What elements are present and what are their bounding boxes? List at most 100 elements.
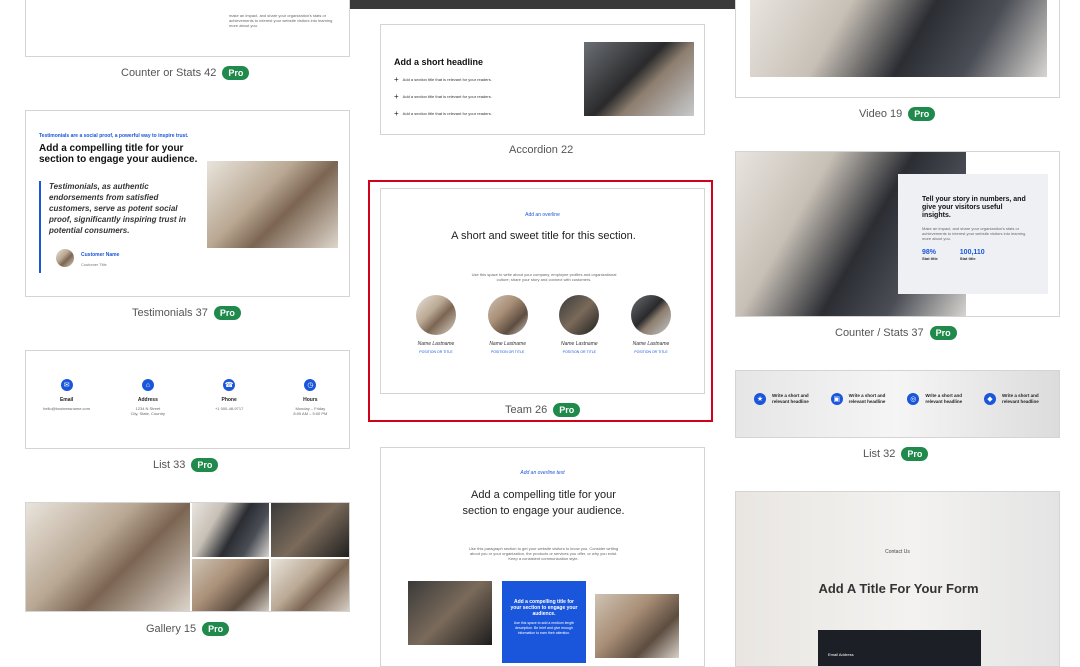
accordion-row[interactable]: + Add a section title that is relevant fo… bbox=[394, 92, 492, 101]
shield-icon: ◆ bbox=[983, 393, 996, 405]
template-card-video19[interactable] bbox=[735, 0, 1060, 98]
card-caption: List 33 Pro bbox=[153, 458, 219, 472]
template-card-contact[interactable]: Contact Us Add A Title For Your Form Ema… bbox=[735, 491, 1060, 667]
template-card-compelling[interactable]: Add an overline text Add a compelling ti… bbox=[380, 447, 705, 667]
contact-heading: Add A Title For Your Form bbox=[818, 581, 979, 596]
email-field-label: Email Address bbox=[828, 652, 854, 657]
video-thumbnail bbox=[750, 0, 1047, 77]
gallery-photo bbox=[271, 559, 349, 611]
card-caption: Gallery 15 Pro bbox=[146, 622, 230, 636]
template-card-gallery15[interactable] bbox=[25, 502, 350, 612]
card-title: Counter / Stats 37 bbox=[835, 327, 924, 339]
card-heading: Add a compelling title for your section … bbox=[462, 489, 625, 517]
gallery-photo bbox=[192, 559, 269, 611]
pro-badge: Pro bbox=[901, 447, 929, 461]
stat: 98% Stat title bbox=[922, 249, 938, 261]
pro-badge: Pro bbox=[929, 326, 957, 340]
card-caption: List 32 Pro bbox=[863, 447, 929, 461]
feature-box-title: Add a compelling title for your section … bbox=[510, 599, 578, 617]
item-label: Hours bbox=[303, 397, 318, 403]
card-caption: Video 19 Pro bbox=[859, 107, 936, 121]
pro-badge: Pro bbox=[213, 306, 241, 320]
item-value: hello@businessname.com bbox=[43, 406, 91, 411]
feature-photo bbox=[408, 581, 492, 645]
card-title: List 33 bbox=[153, 459, 186, 471]
list-item: ◆ Write a short and relevant headline bbox=[983, 393, 1054, 405]
mail-icon: ✉ bbox=[60, 379, 73, 391]
list-item: ▣ Write a short and relevant headline bbox=[830, 393, 901, 405]
accordion-heading: Add a short headline bbox=[394, 57, 484, 67]
gallery-photo bbox=[192, 503, 269, 557]
plus-icon: + bbox=[394, 75, 399, 84]
stat-label: Stat title bbox=[959, 256, 976, 261]
star-icon: ★ bbox=[754, 393, 766, 405]
map-icon: ⌂ bbox=[141, 379, 154, 391]
gallery-photo bbox=[26, 503, 190, 611]
stat-value: 100,110 bbox=[959, 249, 985, 256]
customer-name: Customer Name bbox=[81, 252, 120, 258]
item-value2: 8:00 AM – 5:00 PM bbox=[293, 411, 328, 416]
card-heading: Add a compelling title for your section … bbox=[39, 143, 198, 165]
customer-avatar bbox=[56, 249, 74, 267]
template-card-list32[interactable]: ★ Write a short and relevant headline ▣ Wr… bbox=[735, 370, 1060, 438]
list32-items: ★ Write a short and relevant headline ▣ Wr… bbox=[754, 393, 1054, 405]
list-item: ✉ Email hello@businessname.com bbox=[32, 379, 102, 416]
pro-badge: Pro bbox=[191, 458, 219, 472]
list-item: ◷ Hours Monday – Friday 8:00 AM – 5:00 P… bbox=[275, 379, 345, 416]
card-body: Use this paragraph section to get your w… bbox=[468, 546, 619, 561]
stat: 100,110 Stat title bbox=[960, 249, 985, 261]
contact-form: Email Address bbox=[818, 630, 981, 666]
template-card-counter37[interactable]: Tell your story in numbers, and give you… bbox=[735, 151, 1060, 317]
card-title: List 32 bbox=[863, 448, 896, 460]
list-item: ◎ Write a short and relevant headline bbox=[907, 393, 977, 405]
card-overline: Testimonials are a social proof, a power… bbox=[39, 133, 189, 139]
plus-icon: + bbox=[394, 92, 399, 101]
accordion-row[interactable]: + Add a section title that is relevant fo… bbox=[394, 75, 492, 84]
image-icon: ▣ bbox=[830, 393, 843, 405]
card-title: Accordion 22 bbox=[509, 144, 574, 156]
feature-box-body: Use this space to add a medium length de… bbox=[513, 621, 575, 635]
item-value2: City, State, Country bbox=[130, 411, 166, 416]
card-snippet: make an impact, and share your organizat… bbox=[229, 13, 333, 28]
template-card-list33[interactable]: ✉ Email hello@businessname.com ⌂ Address… bbox=[25, 350, 350, 449]
card-caption: Counter or Stats 42 Pro bbox=[121, 66, 250, 80]
selected-card-highlight bbox=[368, 180, 713, 422]
stat-value: 98% bbox=[922, 249, 937, 256]
card-caption: Counter / Stats 37 Pro bbox=[835, 326, 957, 340]
stats-row: 98% Stat title 100,110 Stat title bbox=[922, 249, 1048, 261]
feature-box: Add a compelling title for your section … bbox=[502, 581, 586, 663]
item-label: Email bbox=[59, 397, 74, 403]
pro-badge: Pro bbox=[908, 107, 936, 121]
pro-badge: Pro bbox=[202, 622, 230, 636]
feature-photo bbox=[595, 594, 679, 658]
meeting-photo bbox=[207, 161, 338, 248]
contact-overline: Contact Us bbox=[885, 549, 910, 555]
stat-label: Stat title bbox=[922, 256, 938, 261]
item-label: Phone bbox=[221, 397, 237, 403]
card-caption: Testimonials 37 Pro bbox=[132, 306, 241, 320]
clock-icon: ◷ bbox=[304, 379, 317, 391]
phone-icon: ☎ bbox=[223, 379, 236, 391]
list-item: ★ Write a short and relevant headline bbox=[754, 393, 824, 405]
accordion-photo bbox=[584, 42, 694, 116]
testimonial-quote: Testimonials, as authentic endorsements … bbox=[49, 182, 186, 235]
stats-heading: Tell your story in numbers, and give you… bbox=[922, 196, 1026, 219]
card-title: Testimonials 37 bbox=[132, 307, 208, 319]
accordion-row[interactable]: + Add a section title that is relevant fo… bbox=[394, 109, 492, 118]
card-overline: Add an overline text bbox=[520, 470, 565, 476]
gallery-photo bbox=[271, 503, 349, 557]
customer-title: Customer Title bbox=[81, 262, 107, 267]
stats-panel: Tell your story in numbers, and give you… bbox=[898, 174, 1048, 294]
accordion-list: + Add a section title that is relevant fo… bbox=[394, 75, 492, 118]
template-card-testimonials37[interactable]: Testimonials are a social proof, a power… bbox=[25, 110, 350, 297]
template-card-counter42[interactable]: make an impact, and share your organizat… bbox=[25, 0, 350, 57]
item-value: +1 000-48-9717 bbox=[214, 406, 244, 411]
template-card-accordion22[interactable]: Add a short headline + Add a section titl… bbox=[380, 24, 705, 135]
card-title: Counter or Stats 42 bbox=[121, 67, 217, 79]
quote-bar bbox=[39, 181, 41, 273]
card-caption: Accordion 22 bbox=[509, 144, 573, 156]
plus-icon: + bbox=[394, 109, 399, 118]
list-item: ⌂ Address 1234 N Street City, State, Cou… bbox=[113, 379, 183, 416]
list-item: ☎ Phone +1 000-48-9717 bbox=[194, 379, 264, 416]
target-icon: ◎ bbox=[907, 393, 920, 405]
